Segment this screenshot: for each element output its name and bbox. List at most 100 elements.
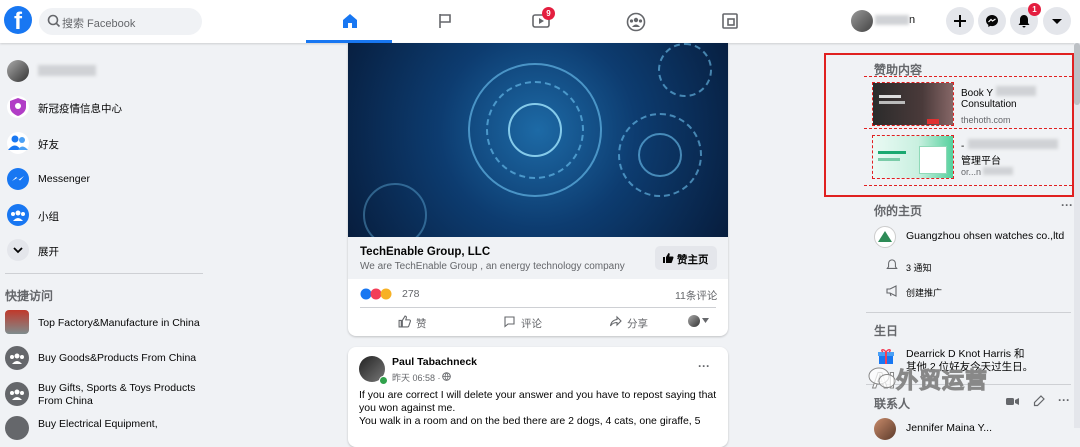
post-text-line: You walk in a room and on the bed there … [359, 415, 701, 427]
top-navigation-bar: f 搜索 Facebook 9 n 1 [0, 0, 1080, 43]
comment-icon [504, 316, 515, 328]
your-pages-title: 你的主页 [874, 204, 923, 218]
ad-title-blurred [968, 139, 1059, 149]
contacts-title: 联系人 [874, 397, 911, 411]
thumbnail-text-bar [878, 158, 900, 161]
ad-title: Book Y [961, 88, 994, 99]
thumbnail-button-shape [927, 119, 939, 124]
like-label: 赞 [416, 318, 427, 330]
post-card: Paul Tabachneck 昨天 06:58 · ··· If you ar… [348, 347, 728, 447]
annotation-dashed-line [864, 76, 1072, 77]
megaphone-icon [886, 285, 897, 297]
home-icon [343, 14, 357, 28]
search-input[interactable]: 搜索 Facebook [39, 8, 202, 35]
post-author[interactable]: Paul Tabachneck [392, 356, 477, 368]
shortcut-label: Top Factory&Manufacture in China [38, 317, 200, 329]
your-pages-more-button[interactable]: ··· [1061, 198, 1073, 212]
ad-page-name: TechEnable Group, LLC [360, 246, 491, 258]
search-icon [47, 14, 61, 28]
ad-image[interactable] [348, 43, 728, 247]
caret-down-icon [702, 318, 709, 323]
page-name: Guangzhou ohsen watches co.,ltd [906, 230, 1065, 242]
bell-icon [1018, 15, 1030, 28]
ad-link-preview[interactable]: TechEnable Group, LLC We are TechEnable … [348, 237, 728, 279]
contact-name: Jennifer Maina Y... [906, 422, 992, 434]
thumbnail-text-bar [879, 101, 905, 104]
shortcut-label: Buy Gifts, Sports & Toys Products From C… [38, 382, 196, 407]
shortcut-thumbnail [5, 310, 29, 334]
ad-title: - [961, 141, 965, 152]
quick-access-title: 快捷访问 [5, 289, 54, 303]
reaction-icons[interactable] [360, 287, 392, 300]
messenger-icon [986, 15, 998, 27]
tech-ring-graphic [638, 133, 682, 177]
birthdays-title: 生日 [874, 324, 899, 338]
post-text-line: you won against me. [359, 402, 456, 414]
ad-title-blurred [996, 86, 1037, 96]
avatar [851, 10, 873, 32]
right-divider [866, 312, 1071, 313]
tab-pages[interactable] [401, 0, 487, 43]
online-status-dot [379, 376, 388, 385]
avatar [874, 418, 896, 440]
sidebar-item-label: 好友 [38, 139, 59, 151]
compose-icon[interactable] [1033, 395, 1045, 407]
thumbnail-text-bar [878, 151, 906, 154]
create-button[interactable] [946, 7, 974, 35]
groups-icon [626, 12, 646, 32]
tech-ring-graphic [658, 43, 712, 97]
tab-watch[interactable]: 9 [496, 0, 582, 43]
annotation-dashed-line [864, 185, 1072, 186]
tab-gaming[interactable] [686, 0, 772, 43]
thumbs-up-icon [663, 253, 674, 263]
sidebar-item-label: 展开 [38, 246, 59, 258]
account-menu-button[interactable] [1043, 7, 1071, 35]
create-promotion-text: 创建推广 [906, 288, 943, 298]
groups-icon [7, 204, 29, 226]
reaction-count[interactable]: 278 [402, 288, 420, 300]
plus-icon [954, 15, 966, 27]
thumbs-up-icon [398, 315, 411, 328]
shortcut-label: Buy Electrical Equipment, [38, 418, 158, 430]
reaction-audience-selector[interactable] [688, 314, 712, 328]
post-more-button[interactable]: ··· [698, 359, 710, 373]
post-timestamp[interactable]: 昨天 06:58 · [392, 371, 441, 384]
facebook-logo[interactable]: f [4, 6, 32, 34]
thumbnail-screen-shape [919, 146, 947, 174]
flag-icon [439, 14, 451, 28]
thumbnail-text-bar [879, 95, 901, 98]
action-divider [360, 307, 716, 308]
ad-thumbnail-image [873, 83, 953, 125]
ad-domain: or...n [961, 167, 982, 177]
comment-label: 评论 [521, 318, 542, 330]
ad-subtitle: 管理平台 [961, 156, 1001, 167]
tab-groups[interactable] [591, 0, 677, 43]
sidebar-item-label: 小组 [38, 211, 59, 223]
caret-down-icon [1052, 19, 1062, 24]
like-page-button[interactable]: 赞主页 [655, 246, 717, 270]
annotation-dashed-line [864, 128, 1072, 129]
ad-domain: thehoth.com [961, 115, 1011, 125]
group-default-icon [5, 382, 29, 406]
ad-thumbnail [872, 82, 954, 126]
contacts-more-button[interactable]: ··· [1058, 393, 1070, 407]
ad-description: We are TechEnable Group , an energy tech… [360, 261, 625, 272]
ad-domain-blurred [983, 167, 1014, 175]
comment-count[interactable]: 11条评论 [675, 288, 717, 303]
scrollbar[interactable] [1074, 43, 1080, 428]
video-call-icon[interactable] [1006, 396, 1019, 407]
scrollbar-thumb[interactable] [1074, 43, 1080, 105]
share-icon [609, 315, 622, 327]
video-badge: 9 [542, 7, 555, 20]
notifications-button[interactable]: 1 [1010, 3, 1041, 35]
tech-ring-graphic [508, 103, 562, 157]
tab-home[interactable] [306, 0, 392, 43]
messenger-button[interactable] [978, 7, 1006, 35]
post-text-line: If you are correct I will delete your an… [359, 389, 717, 401]
gaming-icon [722, 13, 738, 29]
avatar [688, 315, 700, 327]
group-default-icon [5, 416, 29, 440]
profile-shortcut[interactable]: n [851, 9, 933, 35]
profile-name-blurred [875, 15, 909, 26]
ad-thumbnail [872, 135, 954, 179]
